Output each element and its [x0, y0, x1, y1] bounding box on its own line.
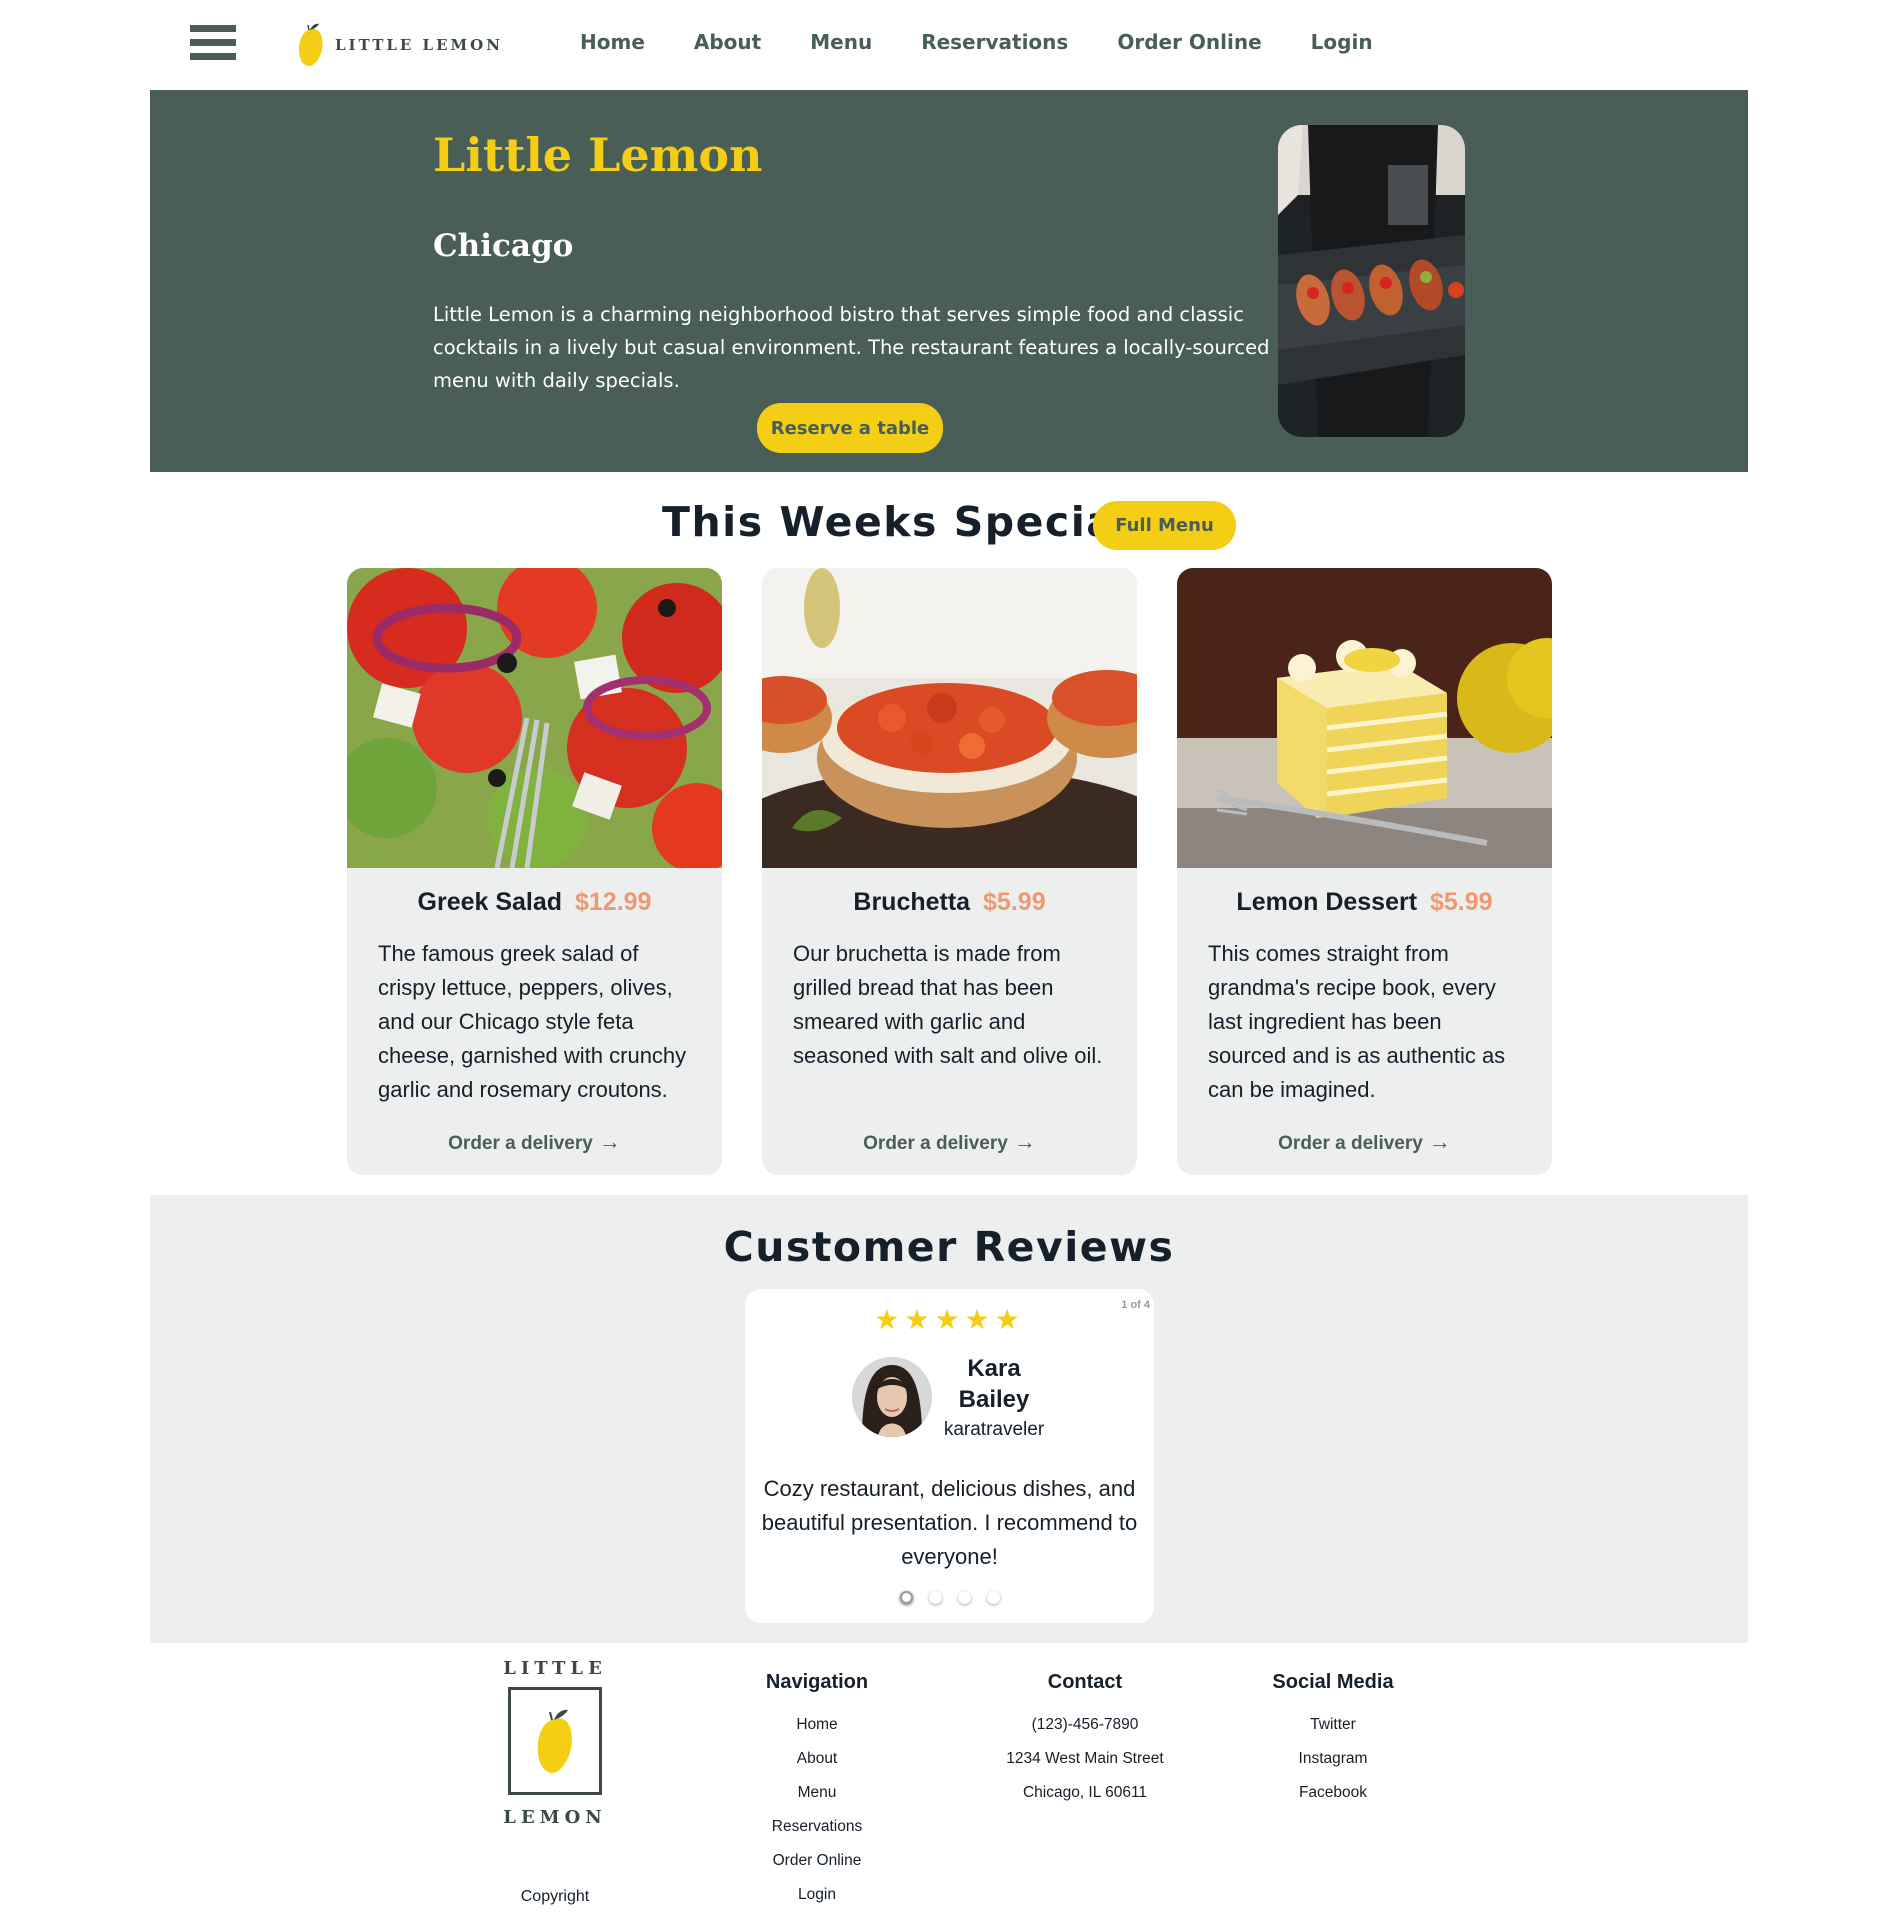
footer-navigation: Navigation Home About Menu Reservations … — [742, 1671, 892, 1912]
carousel-dot-3[interactable] — [957, 1591, 971, 1604]
dish-description: The famous greek salad of crispy lettuce… — [378, 941, 687, 1102]
footer-logo[interactable]: LITTLE LEMON — [500, 1658, 610, 1828]
dish-description: Our bruchetta is made from grilled bread… — [793, 941, 1103, 1068]
dish-name: Lemon Dessert — [1236, 888, 1418, 916]
order-delivery-label: Order a delivery — [1278, 1133, 1423, 1154]
review-card: 1 of 4 ★★★★★ Kara Bailey karatraveler Co… — [745, 1289, 1154, 1623]
star-icon: ★ — [904, 1304, 935, 1335]
carousel-dot-4[interactable] — [986, 1591, 1000, 1604]
star-icon: ★ — [964, 1304, 995, 1335]
site-logo[interactable]: LITTLE LEMON — [295, 18, 503, 72]
arrow-right-icon: → — [1428, 1129, 1451, 1154]
logo-text: LITTLE LEMON — [335, 36, 503, 54]
hero-image — [1278, 125, 1465, 437]
footer-link-home[interactable]: Home — [742, 1708, 892, 1742]
footer-logo-frame — [508, 1687, 602, 1795]
order-delivery-link[interactable]: Order a delivery → — [762, 1129, 1137, 1155]
copyright-text: Copyright — [520, 1888, 590, 1905]
footer-logo-top-text: LITTLE — [503, 1658, 607, 1679]
footer-link-menu[interactable]: Menu — [742, 1776, 892, 1810]
star-icon: ★ — [874, 1304, 905, 1335]
dish-price: $5.99 — [983, 888, 1046, 916]
social-link-facebook[interactable]: Facebook — [1258, 1776, 1408, 1810]
social-link-instagram[interactable]: Instagram — [1258, 1742, 1408, 1776]
dish-name: Greek Salad — [417, 888, 563, 916]
hero-section: Little Lemon Chicago Little Lemon is a c… — [150, 90, 1748, 472]
footer-link-login[interactable]: Login — [742, 1878, 892, 1912]
lemon-dessert-image — [1177, 568, 1552, 868]
dish-price: $12.99 — [575, 888, 652, 916]
lemon-logo-icon — [537, 1709, 572, 1773]
dish-description: This comes straight from grandma's recip… — [1208, 941, 1506, 1102]
carousel-dot-1[interactable] — [899, 1591, 913, 1604]
contact-city: Chicago, IL 60611 — [1022, 1784, 1148, 1801]
dish-name: Bruchetta — [853, 888, 971, 916]
star-icon: ★ — [934, 1304, 965, 1335]
footer-navigation-heading: Navigation — [765, 1671, 869, 1693]
footer-link-about[interactable]: About — [742, 1742, 892, 1776]
nav-menu[interactable]: Menu — [810, 30, 872, 54]
reserve-table-button[interactable]: Reserve a table — [757, 403, 943, 453]
order-delivery-link[interactable]: Order a delivery → — [1177, 1129, 1552, 1155]
main-nav: Home About Menu Reservations Order Onlin… — [580, 30, 1422, 54]
footer-link-order-online[interactable]: Order Online — [742, 1844, 892, 1878]
lemon-logo-icon — [299, 23, 323, 67]
carousel-dots — [745, 1591, 1154, 1604]
review-text: Cozy restaurant, delicious dishes, and b… — [761, 1476, 1138, 1569]
card-title: Greek Salad $12.99 — [347, 888, 722, 917]
contact-phone[interactable]: (123)-456-7890 — [985, 1708, 1185, 1742]
bruchetta-image — [762, 568, 1137, 868]
footer-logo-bottom-text: LEMON — [503, 1807, 607, 1828]
arrow-right-icon: → — [598, 1129, 621, 1154]
reviewer-avatar — [852, 1357, 932, 1437]
reviews-heading: Customer Reviews — [723, 1223, 1175, 1271]
nav-reservations[interactable]: Reservations — [921, 30, 1068, 54]
footer-link-reservations[interactable]: Reservations — [742, 1810, 892, 1844]
carousel-dot-2[interactable] — [928, 1591, 942, 1604]
site-footer: LITTLE LEMON Copyright Navigation Home A… — [0, 1643, 1898, 1918]
order-delivery-link[interactable]: Order a delivery → — [347, 1129, 722, 1155]
star-icon: ★ — [994, 1304, 1025, 1335]
hero-title: Little Lemon — [433, 128, 763, 182]
reviews-section: Customer Reviews 1 of 4 ★★★★★ Kara Baile… — [150, 1195, 1748, 1643]
order-delivery-label: Order a delivery — [448, 1133, 593, 1154]
nav-about[interactable]: About — [694, 30, 761, 54]
rating-stars: ★★★★★ — [745, 1303, 1154, 1336]
nav-order-online[interactable]: Order Online — [1117, 30, 1261, 54]
special-card-greek-salad: Greek Salad $12.99 The famous greek sala… — [347, 568, 722, 1175]
hamburger-menu-icon[interactable] — [190, 25, 236, 65]
footer-contact-heading: Contact — [1047, 1671, 1123, 1693]
full-menu-button[interactable]: Full Menu — [1093, 501, 1236, 550]
contact-street: 1234 West Main Street — [1006, 1750, 1164, 1767]
footer-contact: Contact (123)-456-7890 1234 West Main St… — [985, 1671, 1185, 1810]
nav-login[interactable]: Login — [1311, 30, 1373, 54]
dish-price: $5.99 — [1430, 888, 1493, 916]
footer-social-heading: Social Media — [1272, 1671, 1394, 1693]
reviewer-username: karatraveler — [943, 1419, 1045, 1440]
site-header: LITTLE LEMON Home About Menu Reservation… — [150, 0, 1748, 90]
hero-description: Little Lemon is a charming neighborhood … — [433, 303, 1270, 392]
reviewer-name: Kara Bailey — [958, 1355, 1030, 1413]
nav-home[interactable]: Home — [580, 30, 645, 54]
social-link-twitter[interactable]: Twitter — [1258, 1708, 1408, 1742]
card-title: Bruchetta $5.99 — [762, 888, 1137, 917]
special-card-lemon-dessert: Lemon Dessert $5.99 This comes straight … — [1177, 568, 1552, 1175]
specials-heading: This Weeks Specials — [662, 498, 1157, 546]
arrow-right-icon: → — [1013, 1129, 1036, 1154]
footer-social: Social Media Twitter Instagram Facebook — [1258, 1671, 1408, 1810]
greek-salad-image — [347, 568, 722, 868]
hero-subtitle: Chicago — [433, 228, 574, 264]
card-title: Lemon Dessert $5.99 — [1177, 888, 1552, 917]
order-delivery-label: Order a delivery — [863, 1133, 1008, 1154]
special-card-bruchetta: Bruchetta $5.99 Our bruchetta is made fr… — [762, 568, 1137, 1175]
